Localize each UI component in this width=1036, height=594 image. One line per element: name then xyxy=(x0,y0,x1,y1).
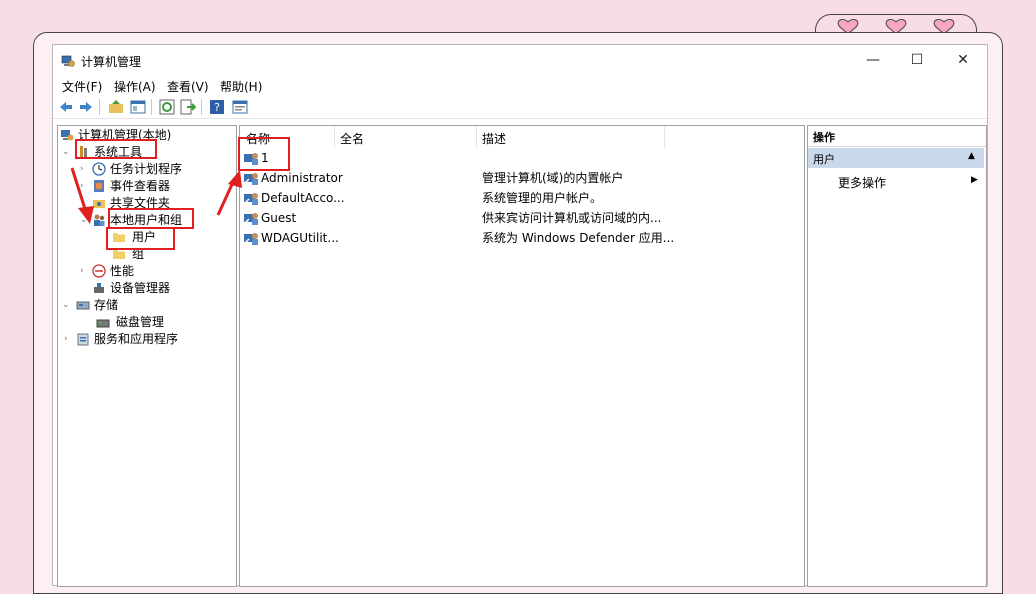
tree-label: 服务和应用程序 xyxy=(94,332,179,346)
computer-management-icon xyxy=(61,130,74,141)
column-divider[interactable] xyxy=(476,126,477,148)
user-description: 管理计算机(域)的内置帐户 xyxy=(482,171,624,185)
user-name: DefaultAcco... xyxy=(261,191,345,205)
computer-management-icon xyxy=(61,55,75,67)
maximize-button[interactable]: ☐ xyxy=(894,45,940,76)
disk-icon xyxy=(96,319,110,328)
title-bar: 计算机管理 — ☐ ✕ xyxy=(53,45,987,76)
user-name: Administrator xyxy=(261,171,343,185)
menu-help[interactable]: 帮助(H) xyxy=(220,78,262,95)
refresh-icon[interactable] xyxy=(159,99,175,115)
menu-bar: 文件(F) 操作(A) 查看(V) 帮助(H) xyxy=(53,76,987,96)
user-icon xyxy=(244,233,258,245)
user-description: 供来宾访问计算机或访问域的内... xyxy=(482,211,662,225)
user-list: 名称 全名 描述 1 Administrator 管理计算机(域)的内置帐户 D… xyxy=(239,125,805,587)
toolbar-separator xyxy=(99,99,100,115)
actions-section-users[interactable]: 用户 ▲ xyxy=(808,148,984,168)
storage-icon xyxy=(76,301,90,310)
menu-action[interactable]: 操作(A) xyxy=(114,78,156,95)
user-name: Guest xyxy=(261,211,297,225)
submenu-arrow-icon: ▶ xyxy=(971,175,978,185)
user-name: WDAGUtilit... xyxy=(261,231,339,245)
column-divider[interactable] xyxy=(664,126,665,148)
menu-file[interactable]: 文件(F) xyxy=(62,78,102,95)
annotation-box-system-tools xyxy=(75,139,157,159)
back-arrow-icon[interactable] xyxy=(58,99,74,115)
close-button[interactable]: ✕ xyxy=(940,45,986,76)
user-description: 系统为 Windows Defender 应用... xyxy=(482,231,675,245)
properties-icon[interactable] xyxy=(232,99,248,115)
window-title: 计算机管理 xyxy=(81,55,142,69)
toolbar-separator xyxy=(201,99,202,115)
device-manager-icon xyxy=(94,283,104,293)
collapse-up-icon[interactable]: ▲ xyxy=(968,151,975,161)
actions-header: 操作 xyxy=(808,126,986,147)
show-hide-tree-icon[interactable] xyxy=(130,99,146,115)
more-actions-item[interactable]: 更多操作 xyxy=(838,174,886,191)
column-fullname[interactable]: 全名 xyxy=(340,130,364,147)
export-list-icon[interactable] xyxy=(180,99,196,115)
user-description: 系统管理的用户帐户。 xyxy=(482,191,603,205)
tree-label: 设备管理器 xyxy=(110,281,171,295)
computer-management-window: 计算机管理 — ☐ ✕ 文件(F) 操作(A) 查看(V) 帮助(H) ? 计算… xyxy=(52,44,988,587)
menu-view[interactable]: 查看(V) xyxy=(167,78,209,95)
column-description[interactable]: 描述 xyxy=(482,130,506,147)
svg-text:?: ? xyxy=(214,101,220,114)
actions-section-label: 用户 xyxy=(813,153,835,166)
minimize-button[interactable]: — xyxy=(850,45,896,76)
tree-label: 存储 xyxy=(94,298,119,312)
tree-label: 性能 xyxy=(110,264,135,278)
services-icon xyxy=(77,333,89,346)
list-header: 名称 全名 描述 xyxy=(240,126,804,148)
annotation-box-users xyxy=(106,227,175,250)
column-divider[interactable] xyxy=(334,126,335,148)
chevron-down-icon[interactable]: ⌄ xyxy=(62,297,70,314)
chevron-right-icon[interactable]: › xyxy=(80,263,84,280)
tree-label: 磁盘管理 xyxy=(116,315,165,329)
actions-header-label: 操作 xyxy=(813,131,835,144)
actions-pane: 操作 用户 ▲ 更多操作 ▶ xyxy=(807,125,987,587)
up-folder-icon[interactable] xyxy=(108,99,124,115)
chevron-down-icon[interactable]: ⌄ xyxy=(62,144,70,161)
forward-arrow-icon[interactable] xyxy=(78,99,94,115)
help-icon[interactable]: ? xyxy=(209,99,225,115)
toolbar: ? xyxy=(53,96,987,119)
performance-icon xyxy=(92,264,106,278)
chevron-right-icon[interactable]: › xyxy=(64,331,68,348)
annotation-arrows xyxy=(70,167,242,224)
toolbar-separator xyxy=(151,99,152,115)
